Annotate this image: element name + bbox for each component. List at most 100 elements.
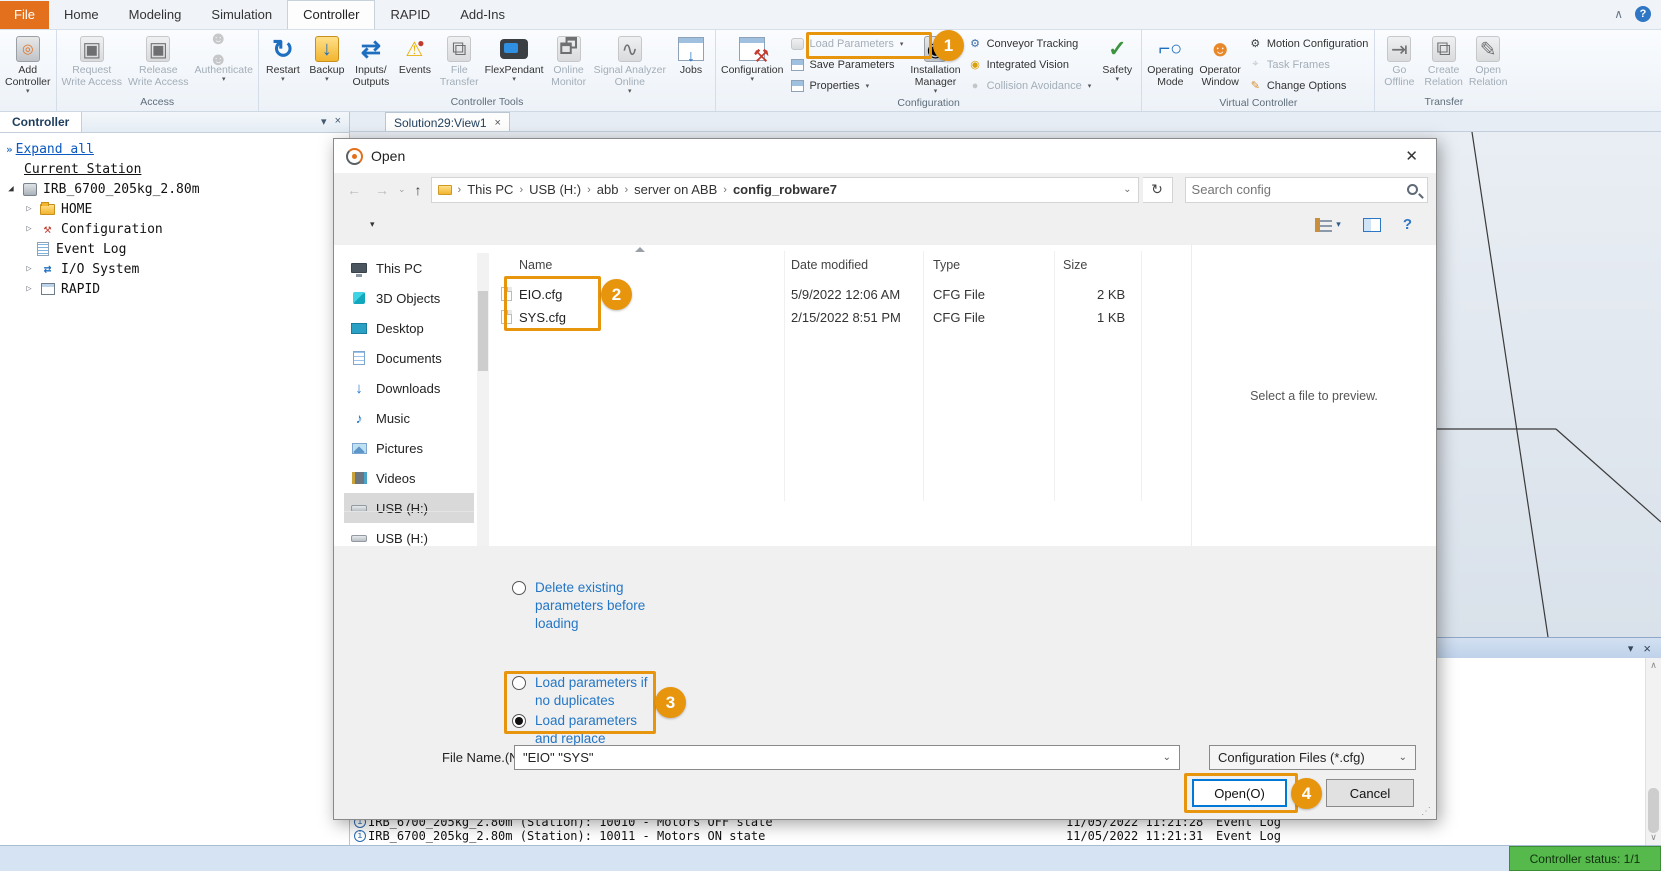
back-icon[interactable]: ← (342, 182, 366, 198)
controller-panel-tab[interactable]: Controller (0, 112, 82, 132)
properties-button[interactable]: Properties▾ (790, 77, 903, 94)
tree-item-io-system[interactable]: ▷ ⇄ I/O System (6, 259, 349, 279)
tab-rapid[interactable]: RAPID (375, 1, 445, 29)
expander-icon[interactable]: ▷ (24, 264, 34, 274)
sidebar-item-usb-h-2[interactable]: USB (H:) (344, 523, 474, 546)
breadcrumb-server-on-abb[interactable]: server on ABB (634, 182, 717, 197)
events-button[interactable]: ⚠● Events (393, 32, 437, 96)
file-type-select[interactable]: Configuration Files (*.cfg) ⌄ (1209, 745, 1416, 770)
panel-pin-icon[interactable]: ▾ (321, 115, 327, 132)
breadcrumb-usb[interactable]: USB (H:) (529, 182, 581, 197)
integrated-vision-button[interactable]: ◉ Integrated Vision (968, 56, 1092, 73)
panel-close-icon[interactable]: × (335, 115, 341, 132)
tree-item-configuration[interactable]: ▷ ⚒ Configuration (6, 219, 349, 239)
tree-item-rapid[interactable]: ▷ RAPID (6, 279, 349, 299)
request-write-access-button[interactable]: ▣ Request Write Access (59, 32, 126, 96)
breadcrumb-dropdown-icon[interactable]: ⌄ (1123, 184, 1131, 195)
file-name-input[interactable] (523, 750, 1163, 765)
panel-close-icon[interactable]: × (1643, 641, 1651, 656)
breadcrumb[interactable]: ›This PC ›USB (H:) ›abb ›server on ABB ›… (431, 177, 1139, 203)
load-parameters-button[interactable]: Load Parameters▾ (790, 35, 903, 52)
up-icon[interactable]: ↑ (410, 182, 427, 198)
column-header-date-modified[interactable]: Date modified (791, 253, 868, 277)
search-icon[interactable] (1407, 184, 1418, 195)
event-log-row[interactable]: i IRB_6700_205kg_2.80m (Station): 10011 … (354, 829, 1643, 843)
backup-button[interactable]: ↓ Backup▾ (305, 32, 349, 96)
authenticate-button[interactable]: ☻☻ Authenticate▾ (192, 32, 256, 96)
scrollbar-thumb[interactable] (478, 291, 488, 371)
column-header-name[interactable]: Name (519, 253, 552, 277)
add-controller-button[interactable]: ◎ Add Controller▾ (2, 32, 54, 96)
motion-configuration-button[interactable]: ⚙ Motion Configuration (1248, 35, 1369, 52)
tab-file[interactable]: File (0, 1, 49, 29)
column-header-size[interactable]: Size (1063, 253, 1087, 277)
dialog-help-icon[interactable]: ? (1403, 216, 1412, 233)
dialog-close-icon[interactable]: ✕ (1399, 147, 1424, 165)
expander-icon[interactable]: ▷ (24, 224, 34, 234)
search-input[interactable] (1192, 182, 1407, 197)
sidebar-scrollbar[interactable] (477, 253, 489, 546)
recent-locations-icon[interactable]: ⌄ (398, 184, 406, 195)
close-tab-icon[interactable]: × (495, 117, 501, 129)
sidebar-item-videos[interactable]: Videos (344, 463, 474, 493)
configuration-button[interactable]: ⚒ Configuration▾ (718, 32, 786, 97)
expand-all-link[interactable]: Expand all (16, 142, 94, 157)
tree-item-home[interactable]: ▷ HOME (6, 199, 349, 219)
change-options-button[interactable]: ✎ Change Options (1248, 77, 1369, 94)
inputs-outputs-button[interactable]: ⇄ Inputs/ Outputs (349, 32, 393, 96)
preview-pane-icon[interactable] (1363, 218, 1381, 232)
radio-delete-existing[interactable]: Delete existing parameters before loadin… (512, 579, 645, 633)
create-relation-button[interactable]: ⧉ Create Relation (1421, 32, 1466, 96)
tree-item-controller[interactable]: ◢ IRB_6700_205kg_2.80m (6, 179, 349, 199)
tab-modeling[interactable]: Modeling (114, 1, 197, 29)
refresh-button[interactable]: ↻ (1143, 177, 1173, 203)
open-button[interactable]: Open(O) (1192, 779, 1287, 807)
sidebar-item-music[interactable]: ♪Music (344, 403, 474, 433)
restart-button[interactable]: ↻ Restart▾ (261, 32, 305, 96)
file-row-eio[interactable]: EIO.cfg (501, 283, 562, 305)
tab-controller[interactable]: Controller (287, 0, 375, 29)
tab-simulation[interactable]: Simulation (196, 1, 287, 29)
operator-window-button[interactable]: ☻ Operator Window (1196, 32, 1243, 97)
output-scrollbar[interactable]: ∧ ∨ (1645, 658, 1661, 845)
cancel-button[interactable]: Cancel (1326, 779, 1414, 807)
minimize-ribbon-icon[interactable]: ∧ (1614, 7, 1623, 21)
sidebar-item-downloads[interactable]: ↓Downloads (344, 373, 474, 403)
signal-analyzer-online-button[interactable]: ∿ Signal Analyzer Online▾ (591, 32, 669, 96)
radio-button-icon[interactable] (512, 581, 526, 595)
task-frames-button[interactable]: ⌖ Task Frames (1248, 56, 1369, 73)
online-monitor-button[interactable]: 🗗 Online Monitor (547, 32, 591, 96)
file-name-combo[interactable]: ⌄ (514, 745, 1180, 770)
scroll-down-icon[interactable]: ∨ (1650, 832, 1657, 843)
organize-dropdown-icon[interactable]: ▾ (370, 219, 375, 230)
sidebar-item-usb-h[interactable]: USB (H:) (344, 493, 474, 523)
safety-button[interactable]: ✓ Safety▾ (1095, 32, 1139, 97)
conveyor-tracking-button[interactable]: ⚙ Conveyor Tracking (968, 35, 1092, 52)
tab-addins[interactable]: Add-Ins (445, 1, 520, 29)
flexpendant-button[interactable]: FlexPendant▾ (482, 32, 547, 96)
open-relation-button[interactable]: ✎ Open Relation (1466, 32, 1511, 96)
breadcrumb-this-pc[interactable]: This PC (467, 182, 513, 197)
go-offline-button[interactable]: ⇥ Go Offline (1377, 32, 1421, 96)
dialog-title-bar[interactable]: Open ✕ (334, 139, 1436, 173)
operating-mode-button[interactable]: ⌐○ Operating Mode (1144, 32, 1196, 97)
chevron-down-icon[interactable]: ⌄ (1163, 752, 1171, 763)
jobs-button[interactable]: ↓ Jobs (669, 32, 713, 96)
radio-button-icon[interactable] (512, 676, 526, 690)
radio-load-if-no-duplicates[interactable]: Load parameters if no duplicates (512, 674, 648, 710)
breadcrumb-config-robware7[interactable]: config_robware7 (733, 182, 837, 197)
sort-ascending-icon[interactable] (635, 247, 645, 252)
column-header-type[interactable]: Type (933, 253, 960, 277)
sidebar-item-documents[interactable]: Documents (344, 343, 474, 373)
resize-grip[interactable]: ⋰ (1421, 806, 1432, 817)
tree-item-event-log[interactable]: Event Log (6, 239, 349, 259)
sidebar-item-this-pc[interactable]: This PC (344, 253, 474, 283)
breadcrumb-abb[interactable]: abb (597, 182, 619, 197)
sidebar-item-desktop[interactable]: Desktop (344, 313, 474, 343)
search-box[interactable] (1185, 177, 1428, 203)
view-mode-button[interactable]: ▾ (1315, 218, 1341, 232)
sidebar-item-3d-objects[interactable]: 3D Objects (344, 283, 474, 313)
scroll-up-icon[interactable]: ∧ (1650, 660, 1657, 671)
collision-avoidance-button[interactable]: ● Collision Avoidance▾ (968, 77, 1092, 94)
expander-icon[interactable]: ▷ (24, 284, 34, 294)
